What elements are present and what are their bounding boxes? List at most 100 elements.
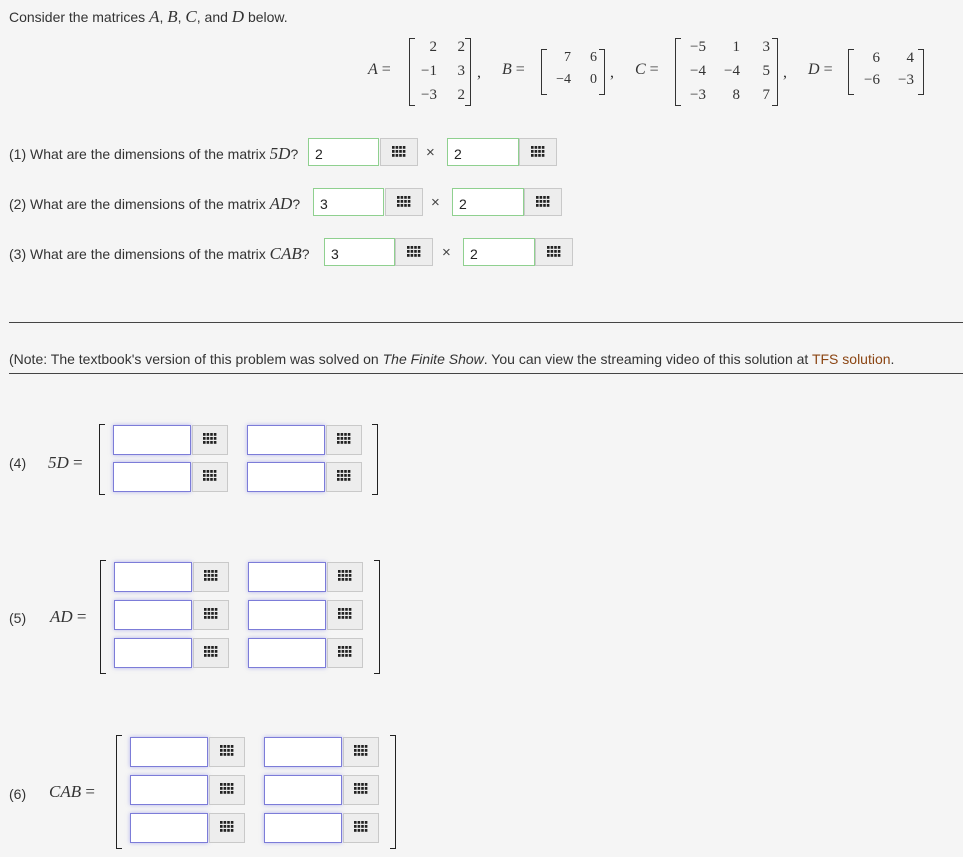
answer-5-cell-input[interactable] [114,638,192,668]
question-3-text: (3) What are the dimensions of the matri… [9,244,310,263]
question-1-rows-matrix-button[interactable] [380,138,418,166]
answer-6-cell-input[interactable] [264,813,342,843]
matrix-c-cell: 3 [762,39,771,55]
matrix-b-cell: 6 [590,50,597,65]
question-3-cols-matrix-button[interactable] [535,238,573,266]
matrix-d-right-bracket [918,49,924,95]
answer-4-number: (4) [9,455,27,471]
answer-4-cell-matrix-button[interactable] [326,425,362,455]
matrix-c-cell: −5 [690,39,706,55]
answer-6-cell-input[interactable] [130,775,208,805]
matrix-a-right-bracket [465,38,471,106]
grid-icon [338,645,352,661]
question-2-rows-matrix-button[interactable] [385,188,423,216]
grid-icon [338,607,352,623]
matrix-d-cell: −6 [864,72,880,88]
question-2-cols-matrix-button[interactable] [524,188,562,216]
answer-6-left-bracket [116,735,122,849]
answer-5-cell-matrix-button[interactable] [327,562,363,592]
question-1-rows-input[interactable]: 2 [308,138,379,166]
answer-6-cell-matrix-button[interactable] [209,737,245,767]
matrix-c-cell: −4 [690,63,706,79]
matrix-c: −5 1 3 −4 −4 5 −3 8 7 [680,35,770,107]
answer-5-label: AD = [50,607,87,626]
question-2-text: (2) What are the dimensions of the matri… [9,194,301,213]
answer-5-cell-matrix-button[interactable] [327,638,363,668]
answer-4-cell-input[interactable] [247,462,325,492]
grid-icon [354,820,368,836]
matrix-a-cell: 2 [457,87,466,103]
matrix-a: 2 2 −1 3 −3 2 [415,35,465,107]
answer-6-cell-input[interactable] [264,775,342,805]
answer-5-cell-input[interactable] [248,562,326,592]
times-symbol: × [426,144,435,161]
answer-6-cell-matrix-button[interactable] [343,775,379,805]
note-text: (Note: The textbook's version of this pr… [9,351,895,367]
question-2-rows-input[interactable]: 3 [313,188,384,216]
grid-icon [204,569,218,585]
answer-5-cell-matrix-button[interactable] [327,600,363,630]
answer-4-label: 5D = [48,453,83,472]
question-3-rows-input[interactable]: 3 [324,238,395,266]
answer-4-cell-input[interactable] [113,425,191,455]
matrix-c-cell: 1 [732,39,741,55]
matrix-b-cell: 0 [590,72,597,87]
grid-icon [354,782,368,798]
matrix-a-cell: −3 [421,87,437,103]
matrix-b-cell: 7 [564,50,571,65]
answer-4-right-bracket [372,424,378,495]
answer-6-cell-matrix-button[interactable] [343,813,379,843]
matrix-d-cell: 4 [906,50,915,66]
matrix-b-cell: −4 [556,72,571,87]
grid-icon [337,469,351,485]
answer-6-cell-input[interactable] [130,737,208,767]
answer-5-cell-matrix-button[interactable] [193,638,229,668]
grid-icon [407,246,421,258]
matrix-c-cell: 5 [762,63,771,79]
answer-5-right-bracket [374,560,380,674]
answer-4-left-bracket [99,424,105,495]
answer-6-cell-matrix-button[interactable] [343,737,379,767]
answer-4-cell-input[interactable] [247,425,325,455]
question-1-cols-input[interactable]: 2 [447,138,519,166]
answer-5-cell-input[interactable] [114,600,192,630]
tfs-solution-link[interactable]: TFS solution [812,351,891,367]
grid-icon [203,432,217,448]
answer-5-cell-input[interactable] [248,638,326,668]
divider-top [9,322,963,323]
grid-icon [397,196,411,208]
matrix-b: 7 6 −4 0 [546,47,597,91]
answer-4-cell-matrix-button[interactable] [192,462,228,492]
matrix-c-cell: −3 [690,87,706,103]
comma: , [783,64,787,81]
grid-icon [536,196,550,208]
answer-6-cell-input[interactable] [130,813,208,843]
answer-5-left-bracket [100,560,106,674]
question-1-cols-matrix-button[interactable] [519,138,557,166]
answer-5-cell-matrix-button[interactable] [193,600,229,630]
grid-icon [547,246,561,258]
matrix-d-label: D = [808,61,833,78]
matrix-a-cell: −1 [421,63,437,79]
answer-4-cell-matrix-button[interactable] [192,425,228,455]
answer-6-right-bracket [390,735,396,849]
answer-6-cell-input[interactable] [264,737,342,767]
times-symbol: × [442,244,451,261]
answer-6-cell-matrix-button[interactable] [209,813,245,843]
matrix-a-label: A = [368,61,391,78]
question-1-text: (1) What are the dimensions of the matri… [9,144,299,163]
question-2-cols-input[interactable]: 2 [452,188,524,216]
question-3-cols-input[interactable]: 2 [463,238,535,266]
matrix-a-cell: 2 [457,39,466,55]
matrix-c-label: C = [635,61,659,78]
answer-4-cell-matrix-button[interactable] [326,462,362,492]
answer-6-cell-matrix-button[interactable] [209,775,245,805]
answer-6-label: CAB = [49,782,95,801]
answer-5-cell-input[interactable] [248,600,326,630]
grid-icon [220,820,234,836]
answer-4-cell-input[interactable] [113,462,191,492]
question-3-rows-matrix-button[interactable] [395,238,433,266]
answer-5-cell-matrix-button[interactable] [193,562,229,592]
answer-5-cell-input[interactable] [114,562,192,592]
matrix-c-cell: 7 [762,87,771,103]
